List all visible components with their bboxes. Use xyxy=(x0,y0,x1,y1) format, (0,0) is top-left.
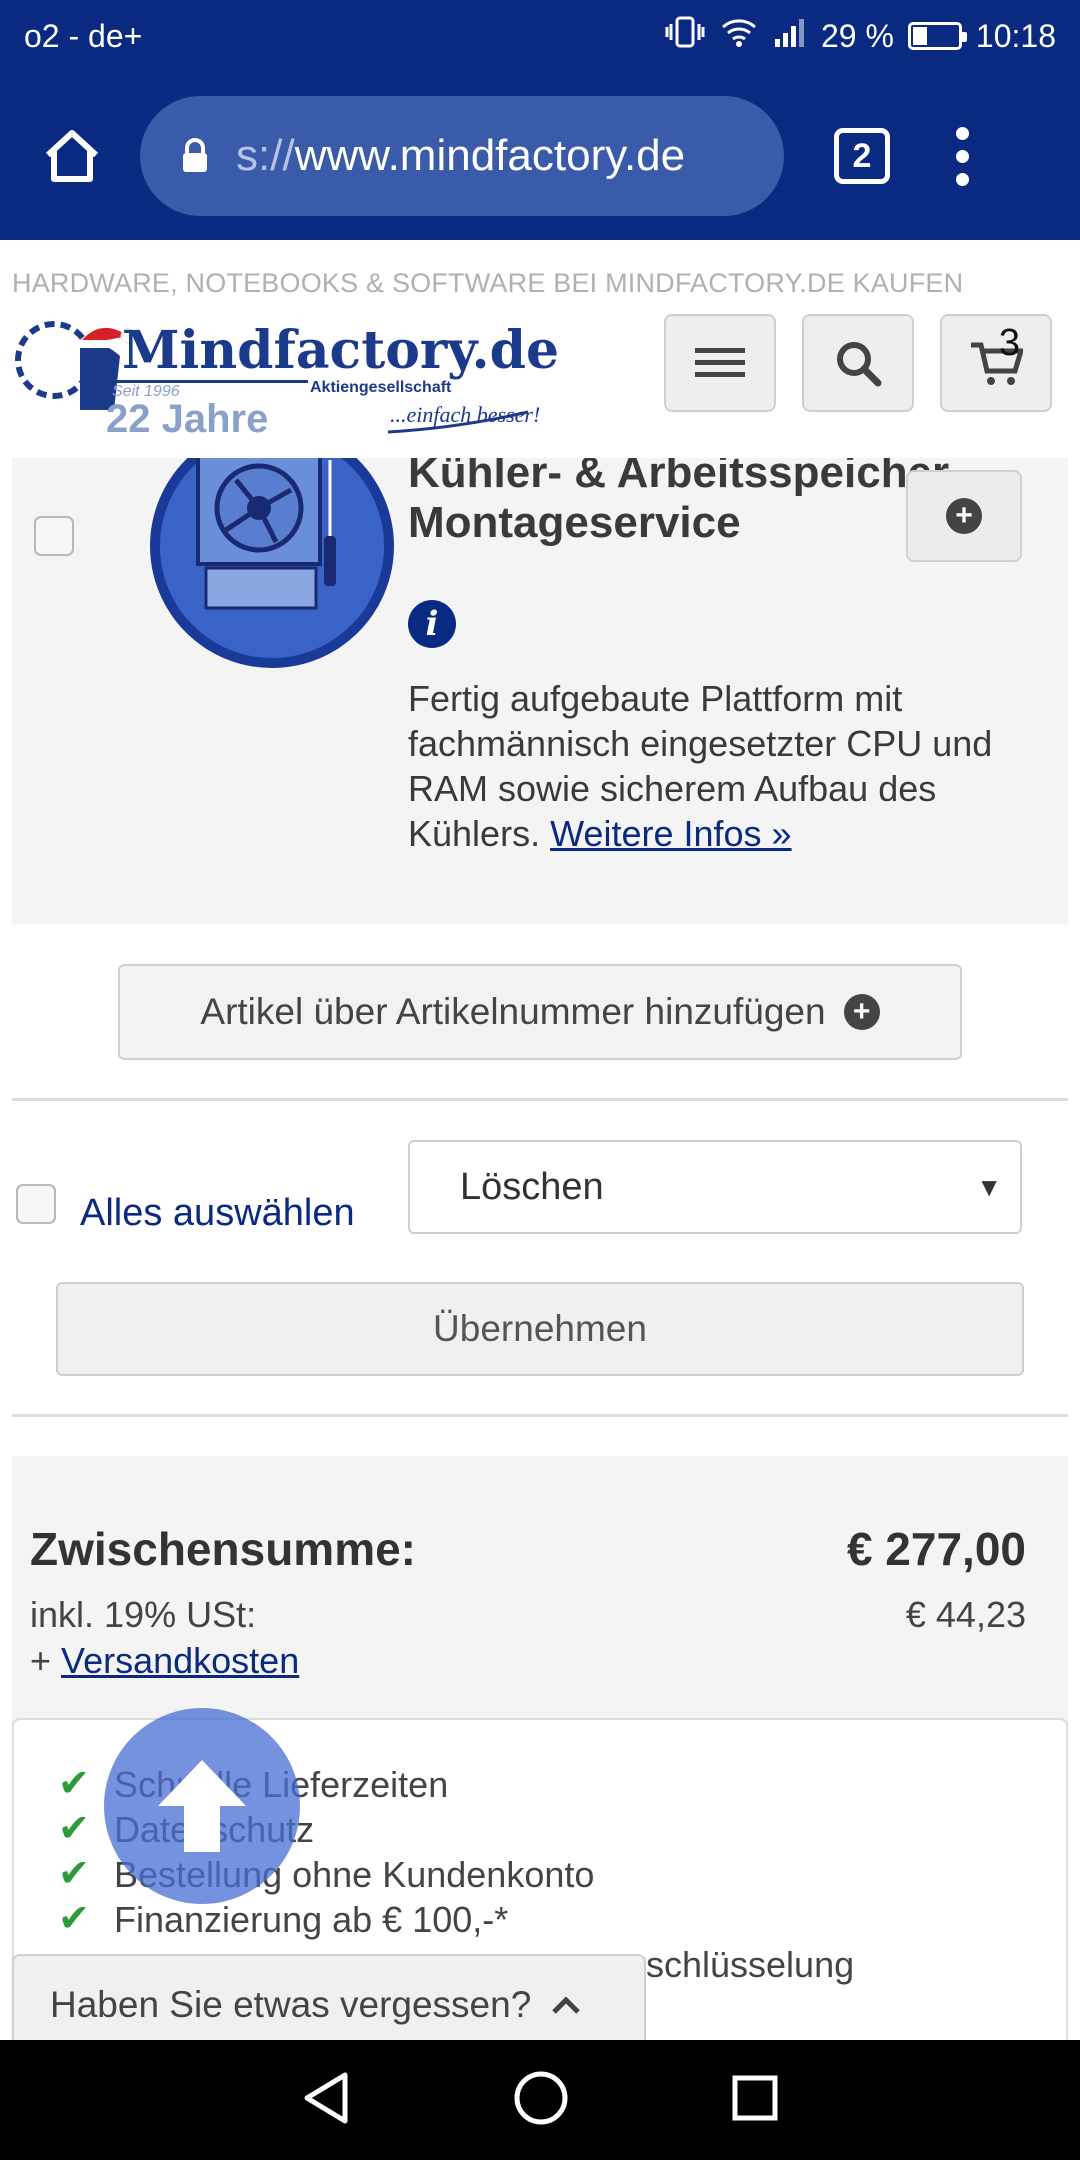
status-bar: o2 - de+ 29 % 10:18 xyxy=(0,0,1080,72)
dropdown-arrow-icon: ▼ xyxy=(976,1172,1002,1202)
feature-text: rschlüsselung xyxy=(634,1944,855,1985)
info-icon[interactable]: i xyxy=(408,600,456,648)
svg-text:22 Jahre: 22 Jahre xyxy=(106,397,268,441)
carrier-name: o2 - de+ xyxy=(24,17,143,54)
home-button[interactable] xyxy=(20,104,124,208)
bulk-action-select[interactable]: Löschen ▼ xyxy=(408,1140,1022,1234)
back-button[interactable] xyxy=(301,2071,351,2130)
checkmark-icon: ✔ xyxy=(58,1853,90,1895)
vibrate-icon xyxy=(665,15,705,57)
clock: 10:18 xyxy=(975,17,1056,54)
system-navigation-bar xyxy=(0,2040,1080,2160)
url-host: www.mindfactory.de xyxy=(294,131,686,180)
vat-value: € 44,23 xyxy=(905,1594,1026,1635)
more-info-link[interactable]: Weitere Infos » xyxy=(550,813,791,854)
signal-icon xyxy=(773,17,807,55)
add-service-button[interactable]: + xyxy=(906,470,1022,562)
svg-text:Mindfactory.de: Mindfactory.de xyxy=(122,320,559,381)
select-all-label[interactable]: Alles auswählen xyxy=(80,1192,355,1235)
home-circle-icon xyxy=(514,2071,568,2124)
service-card: Kühler- & Arbeitsspeicher-Montageservice… xyxy=(12,458,1068,924)
feature-text: Finanzierung ab € 100,-* xyxy=(114,1899,509,1940)
site-tagline: HARDWARE, NOTEBOOKS & SOFTWARE BEI MINDF… xyxy=(12,268,964,298)
subtotal-value: € 277,00 xyxy=(846,1523,1026,1575)
shipping-row: + Versandkosten xyxy=(30,1640,299,1682)
tab-switcher-button[interactable]: 2 xyxy=(834,128,890,184)
select-all-checkbox[interactable] xyxy=(16,1183,56,1224)
battery-icon xyxy=(907,22,967,50)
service-checkbox[interactable] xyxy=(34,516,74,556)
recents-square-icon xyxy=(732,2075,778,2120)
address-bar[interactable]: s://www.mindfactory.de xyxy=(140,96,784,216)
feature-item: ✔ Finanzierung ab € 100,-* xyxy=(58,1897,854,1942)
svg-text:Aktiengesellschaft: Aktiengesellschaft xyxy=(310,379,452,396)
checkmark-icon: ✔ xyxy=(58,1808,90,1850)
apply-button[interactable]: Übernehmen xyxy=(56,1282,1024,1376)
mindfactory-logo[interactable]: Mindfactory.de Aktiengesellschaft Seit 1… xyxy=(10,310,570,460)
browser-toolbar: s://www.mindfactory.de 2 xyxy=(0,72,1080,240)
forgot-something-label: Haben Sie etwas vergessen? xyxy=(50,1984,532,2025)
subtotal-label: Zwischensumme: xyxy=(30,1523,416,1575)
arrow-up-icon xyxy=(158,1760,246,1852)
cart-button[interactable]: 3 xyxy=(940,314,1052,412)
checkmark-icon: ✔ xyxy=(58,1898,90,1940)
add-by-article-number-button[interactable]: Artikel über Artikelnummer hinzufügen + xyxy=(118,964,962,1060)
battery-percent: 29 % xyxy=(820,17,894,54)
menu-button[interactable] xyxy=(664,314,776,412)
cooler-service-image xyxy=(146,458,398,668)
service-description: Fertig aufgebaute Plattform mit fachmänn… xyxy=(408,676,1028,856)
forgot-something-tab[interactable]: Haben Sie etwas vergessen? xyxy=(12,1954,646,2040)
vat-label: inkl. 19% USt: xyxy=(30,1594,257,1635)
hamburger-icon xyxy=(695,348,745,377)
divider xyxy=(12,1414,1068,1417)
bulk-action-value: Löschen xyxy=(460,1165,604,1208)
chevron-up-icon xyxy=(552,1996,581,2014)
browser-menu-button[interactable] xyxy=(956,126,969,186)
recents-button[interactable] xyxy=(731,2074,779,2127)
select-all[interactable]: Alles auswählen xyxy=(16,1172,355,1235)
shipping-prefix: + xyxy=(30,1640,52,1681)
cart-content: Kühler- & Arbeitsspeicher-Montageservice… xyxy=(0,458,1080,2040)
wifi-icon xyxy=(719,15,759,57)
plus-circle-icon: + xyxy=(946,498,982,534)
shipping-costs-link[interactable]: Versandkosten xyxy=(61,1640,299,1681)
scroll-to-top-button[interactable] xyxy=(104,1708,300,1904)
add-by-article-number-label: Artikel über Artikelnummer hinzufügen xyxy=(200,991,826,1032)
home-nav-button[interactable] xyxy=(513,2070,569,2131)
cart-count: 3 xyxy=(998,322,1020,364)
url-scheme: s:// xyxy=(236,131,295,180)
search-icon xyxy=(837,342,882,387)
plus-circle-icon: + xyxy=(843,994,880,1030)
lock-icon xyxy=(180,138,210,174)
divider xyxy=(12,1098,1068,1101)
home-icon xyxy=(45,130,99,182)
back-triangle-icon xyxy=(304,2072,348,2123)
site-header: HARDWARE, NOTEBOOKS & SOFTWARE BEI MINDF… xyxy=(0,240,1080,458)
service-title: Kühler- & Arbeitsspeicher-Montageservice xyxy=(408,458,964,547)
checkmark-icon: ✔ xyxy=(58,1763,90,1805)
search-button[interactable] xyxy=(802,314,914,412)
